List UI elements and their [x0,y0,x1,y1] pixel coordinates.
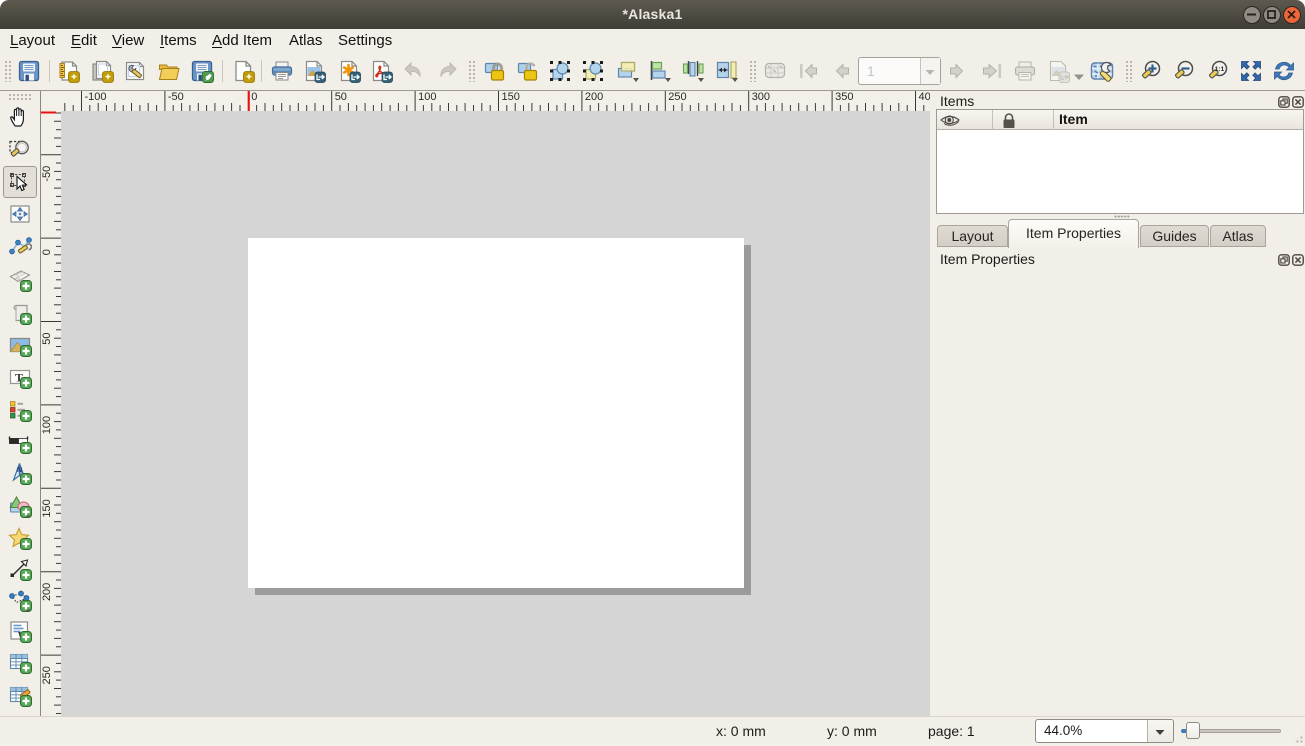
svg-text:-100: -100 [85,91,107,103]
svg-text:150: 150 [502,91,520,103]
svg-text:1:1: 1:1 [1215,66,1225,73]
svg-text:350: 350 [835,91,853,103]
svg-text:-50: -50 [168,91,184,103]
svg-text:N: N [17,467,22,474]
svg-text:100: 100 [41,416,53,434]
svg-text:400: 400 [919,91,931,103]
svg-text:200: 200 [585,91,603,103]
svg-text:0: 0 [251,91,257,103]
svg-text:250: 250 [668,91,686,103]
svg-text:150: 150 [41,499,53,517]
svg-text:50: 50 [335,91,347,103]
svg-text:250: 250 [41,666,53,684]
svg-text:50: 50 [41,333,53,345]
svg-text:-50: -50 [41,166,53,182]
svg-text:100: 100 [418,91,436,103]
svg-text:0: 0 [41,249,53,255]
svg-text:200: 200 [41,583,53,601]
svg-text:300: 300 [752,91,770,103]
